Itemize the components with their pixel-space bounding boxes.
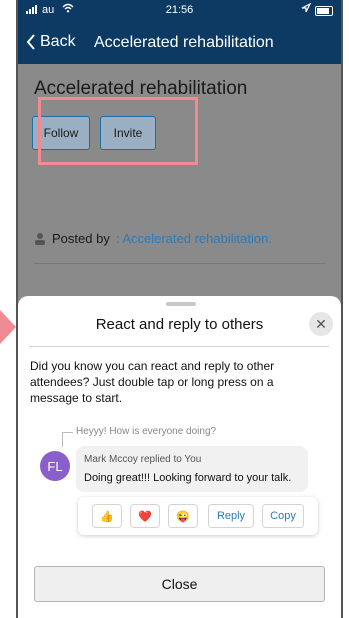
posted-by: Posted by : Accelerated rehabilitation.	[34, 231, 272, 246]
reply-bubble: Mark Mccoy replied to You Doing great!!!…	[76, 446, 308, 492]
avatar: FL	[40, 451, 70, 481]
posted-by-label: Posted by	[52, 231, 110, 246]
reaction-bar: 👍 ❤️ 😜 Reply Copy	[78, 497, 318, 535]
highlight-box	[38, 97, 198, 165]
sheet-grabber[interactable]	[166, 302, 196, 306]
reaction-heart[interactable]: ❤️	[130, 504, 160, 528]
pointer-arrow-icon	[0, 310, 16, 344]
bottom-sheet: React and reply to others ✕ Did you know…	[18, 296, 341, 618]
chevron-left-icon	[26, 34, 35, 50]
nav-title: Accelerated rehabilitation	[94, 34, 274, 51]
back-button[interactable]: Back	[26, 33, 76, 51]
sheet-title: React and reply to others	[95, 316, 264, 333]
person-icon	[35, 233, 45, 245]
location-icon	[301, 2, 312, 16]
copy-button[interactable]: Copy	[262, 504, 304, 528]
quoted-message: Heyyy! How is everyone doing?	[76, 426, 217, 437]
sheet-divider	[30, 346, 329, 347]
phone-screen: au 21:56 Back Accelerated rehabilitation…	[16, 0, 343, 618]
status-bar: au 21:56	[18, 0, 341, 22]
divider	[34, 263, 325, 264]
reply-button[interactable]: Reply	[208, 504, 254, 528]
status-time: 21:56	[165, 4, 194, 16]
close-icon[interactable]: ✕	[309, 312, 333, 336]
back-label: Back	[40, 33, 76, 50]
posted-by-link[interactable]: : Accelerated rehabilitation.	[116, 231, 272, 246]
reply-author: Mark Mccoy replied to You	[84, 454, 202, 465]
nav-bar: Back Accelerated rehabilitation	[18, 22, 341, 64]
battery-icon	[315, 6, 333, 16]
close-button[interactable]: Close	[34, 566, 325, 602]
sheet-description: Did you know you can react and reply to …	[30, 359, 275, 405]
reply-message: Doing great!!! Looking forward to your t…	[84, 472, 292, 484]
reaction-thumbs-up[interactable]: 👍	[92, 504, 122, 528]
reaction-wink[interactable]: 😜	[168, 504, 198, 528]
reply-connector	[62, 432, 73, 447]
